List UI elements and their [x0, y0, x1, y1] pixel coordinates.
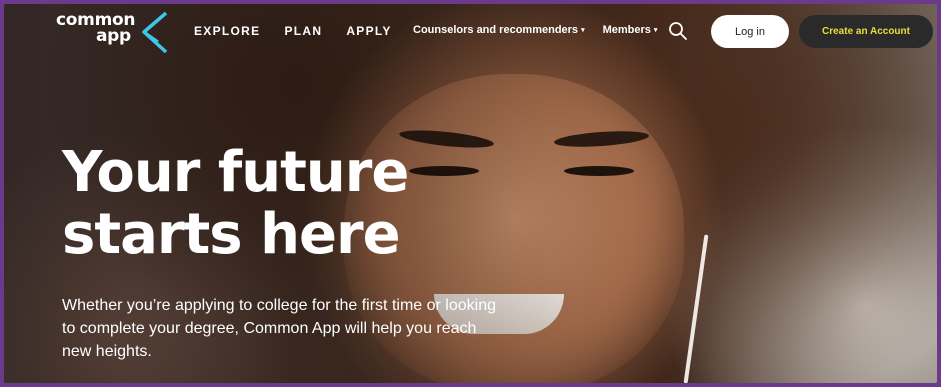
- secondary-nav: Counselors and recommenders ▾ Members ▾: [413, 24, 657, 36]
- site-header: common app EXPLORE PLAN APPLY Counselors…: [4, 4, 937, 62]
- hero-banner: common app EXPLORE PLAN APPLY Counselors…: [4, 4, 937, 383]
- nav-members-dropdown[interactable]: Members ▾: [603, 24, 658, 36]
- chevron-down-icon: ▾: [581, 27, 585, 34]
- chevron-down-icon: ▾: [653, 27, 658, 34]
- login-button[interactable]: Log in: [711, 15, 789, 48]
- nav-counselors-dropdown[interactable]: Counselors and recommenders ▾: [413, 24, 585, 36]
- hero-title: Your future starts here: [62, 140, 409, 267]
- logo-mark-icon: [142, 11, 168, 54]
- nav-apply[interactable]: APPLY: [346, 24, 391, 38]
- nav-explore[interactable]: EXPLORE: [194, 24, 260, 38]
- primary-nav: EXPLORE PLAN APPLY: [194, 24, 392, 38]
- create-account-button[interactable]: Create an Account: [799, 15, 933, 48]
- common-app-logo[interactable]: common app: [56, 10, 176, 56]
- logo-text-line2: app: [96, 26, 131, 46]
- hero-subtitle: Whether you’re applying to college for t…: [62, 297, 496, 360]
- nav-plan[interactable]: PLAN: [284, 24, 322, 38]
- search-icon[interactable]: [668, 21, 688, 41]
